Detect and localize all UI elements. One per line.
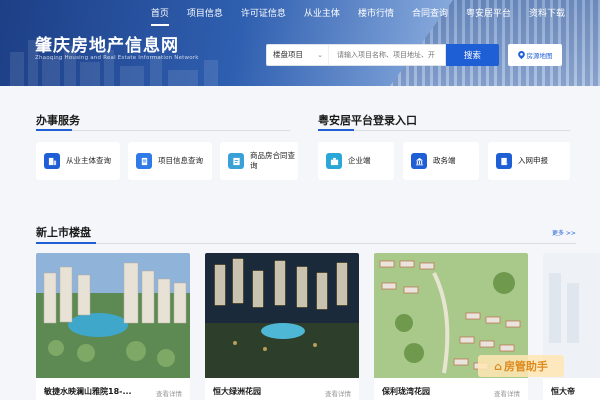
- nav-item-downloads[interactable]: 资料下载: [520, 6, 574, 24]
- search-button[interactable]: 搜索: [446, 44, 499, 66]
- housing-map-button[interactable]: 房源地图: [508, 44, 562, 66]
- listing-card[interactable]: 恒大绿洲花园 查看详情: [205, 253, 359, 400]
- enterprise-icon: [326, 153, 342, 169]
- listing-detail-link[interactable]: 查看详情: [494, 388, 520, 398]
- service-label: 项目信息查询: [158, 156, 203, 165]
- services-divider: [36, 129, 290, 131]
- top-nav: 首页 项目信息 许可证信息 从业主体 楼市行情 合同查询 粤安居平台 资料下载: [142, 6, 574, 26]
- platform-title: 粤安居平台登录入口: [318, 114, 417, 127]
- site-title: 肇庆房地产信息网: [35, 36, 179, 56]
- watermark-badge: ⌂ 房管助手: [478, 355, 564, 377]
- watermark-text: 房管助手: [503, 360, 548, 373]
- service-contract-query[interactable]: 商品房合同查询: [220, 142, 298, 180]
- listing-image: [36, 253, 190, 378]
- platform-label: 企业端: [348, 156, 371, 165]
- location-pin-icon: [517, 51, 525, 59]
- search-category-value: 楼盘项目: [273, 50, 303, 59]
- listing-image: [205, 253, 359, 378]
- listings-title: 新上市楼盘: [36, 226, 91, 239]
- building-icon: [44, 153, 60, 169]
- listings-divider: [36, 242, 576, 244]
- site-subtitle: Zhaoqing Housing and Real Estate Informa…: [35, 55, 199, 61]
- nav-item-licenses[interactable]: 许可证信息: [232, 6, 295, 24]
- document-icon: [136, 153, 152, 169]
- nav-item-home[interactable]: 首页: [142, 6, 178, 26]
- listing-detail-link[interactable]: 查看详情: [325, 388, 351, 398]
- service-practitioner-query[interactable]: 从业主体查询: [36, 142, 120, 180]
- search-category-select[interactable]: 楼盘项目 ⌄: [266, 44, 328, 66]
- apply-icon: [496, 153, 512, 169]
- platform-enterprise[interactable]: 企业端: [318, 142, 394, 180]
- home-icon: ⌂: [494, 359, 502, 373]
- listing-card[interactable]: 保利珑湾花园 查看详情: [374, 253, 528, 400]
- platform-label: 入网申报: [518, 156, 548, 165]
- service-label: 商品房合同查询: [250, 151, 295, 170]
- listing-name: 恒大绿洲花园: [213, 387, 261, 396]
- platform-label: 政务端: [433, 156, 456, 165]
- contract-icon: [228, 153, 244, 169]
- service-project-query[interactable]: 项目信息查询: [128, 142, 212, 180]
- search-bar: 楼盘项目 ⌄ 搜索: [266, 44, 499, 66]
- listing-card[interactable]: 恒大帝: [543, 253, 600, 400]
- hero-header: 首页 项目信息 许可证信息 从业主体 楼市行情 合同查询 粤安居平台 资料下载 …: [0, 0, 600, 86]
- listing-name: 敏捷水映澜山雅院18-...: [44, 387, 132, 396]
- nav-item-contracts[interactable]: 合同查询: [403, 6, 457, 24]
- government-icon: [411, 153, 427, 169]
- search-input[interactable]: [328, 44, 446, 66]
- housing-map-label: 房源地图: [526, 52, 553, 60]
- more-link[interactable]: 更多 >>: [552, 228, 576, 237]
- platform-divider: [318, 129, 570, 131]
- listing-card[interactable]: 敏捷水映澜山雅院18-... 查看详情: [36, 253, 190, 400]
- listing-name: 保利珑湾花园: [382, 387, 430, 396]
- nav-item-yueanju[interactable]: 粤安居平台: [457, 6, 520, 24]
- service-label: 从业主体查询: [66, 156, 111, 165]
- page: 首页 项目信息 许可证信息 从业主体 楼市行情 合同查询 粤安居平台 资料下载 …: [0, 0, 600, 400]
- nav-item-projects[interactable]: 项目信息: [178, 6, 232, 24]
- platform-government[interactable]: 政务端: [403, 142, 479, 180]
- chevron-down-icon: ⌄: [317, 51, 323, 59]
- platform-network-apply[interactable]: 入网申报: [488, 142, 570, 180]
- listing-name: 恒大帝: [551, 387, 575, 396]
- listing-detail-link[interactable]: 查看详情: [156, 388, 182, 398]
- nav-item-market[interactable]: 楼市行情: [349, 6, 403, 24]
- services-title: 办事服务: [36, 114, 80, 127]
- nav-item-practitioners[interactable]: 从业主体: [295, 6, 349, 24]
